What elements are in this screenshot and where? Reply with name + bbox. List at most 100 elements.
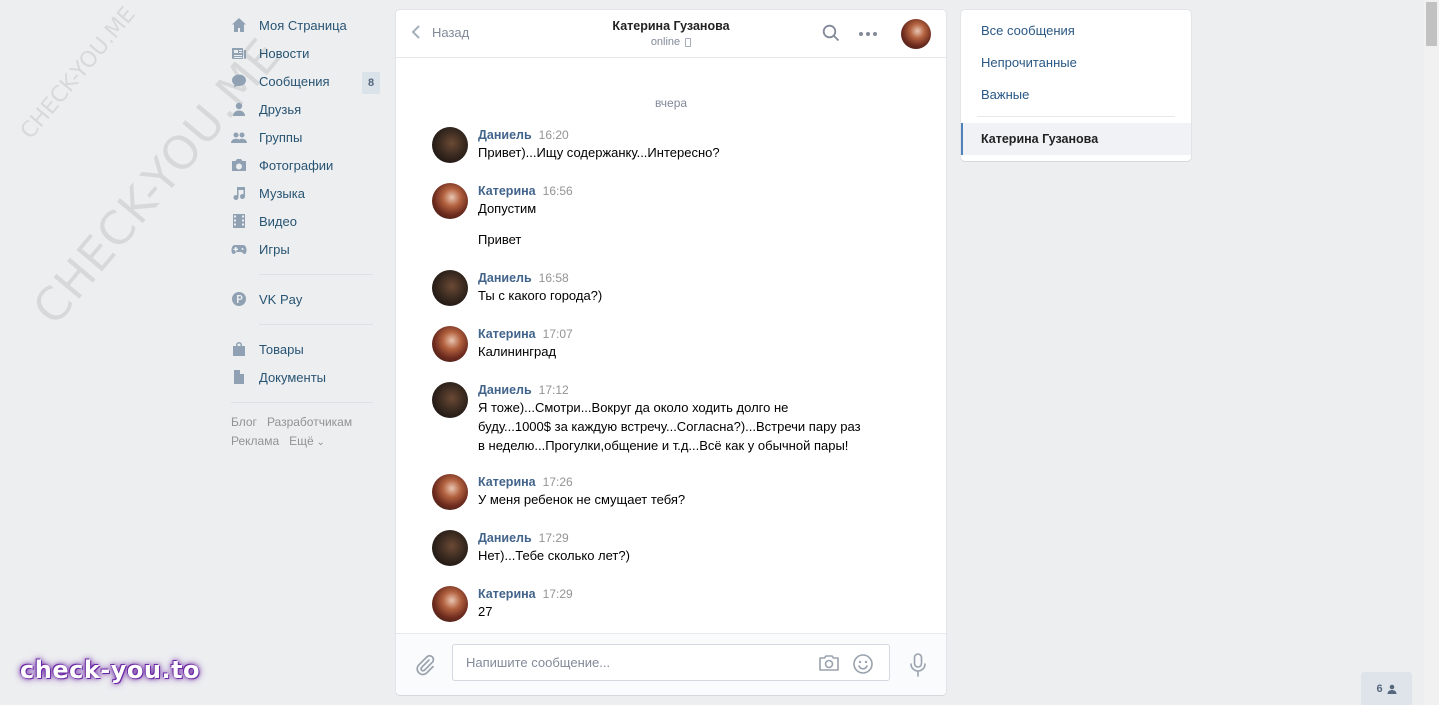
message-time: 17:07 <box>542 327 573 341</box>
nav-label: Группы <box>259 129 303 145</box>
nav-label: Документы <box>259 369 327 385</box>
footer-link-developers[interactable]: Разработчикам <box>267 415 352 429</box>
footer-link-more[interactable]: Ещё <box>289 434 325 448</box>
more-actions-icon[interactable] <box>859 32 877 36</box>
smile-icon[interactable] <box>852 653 874 675</box>
nav-item-groups[interactable]: Группы <box>229 123 381 151</box>
message-time: 16:58 <box>538 271 569 285</box>
nav-label: Видео <box>259 213 297 229</box>
avatar[interactable] <box>432 586 468 622</box>
message-author[interactable]: Даниель <box>478 270 532 286</box>
nav-item-photos[interactable]: Фотографии <box>229 151 381 179</box>
nav-label: Сообщения <box>259 73 330 89</box>
message-item: Катерина 17:29 27 <box>432 586 902 622</box>
message-author[interactable]: Катерина <box>478 474 536 490</box>
message-author[interactable]: Катерина <box>478 326 536 342</box>
nav-divider <box>231 402 373 403</box>
message-author[interactable]: Даниель <box>478 382 532 398</box>
gamepad-icon <box>230 240 248 258</box>
search-icon[interactable] <box>822 24 840 42</box>
nav-label: Музыка <box>259 185 305 201</box>
day-separator: вчера <box>654 96 688 110</box>
peer-name[interactable]: Катерина Гузанова <box>396 19 946 33</box>
message-author[interactable]: Даниель <box>478 127 532 143</box>
messages-filter-panel: Все сообщения Непрочитанные Важные Катер… <box>961 10 1191 161</box>
footer-links: Блог Разработчикам Реклама Ещё <box>229 413 381 452</box>
nav-label: Друзья <box>259 101 302 117</box>
message-item: Даниель 16:58 Ты с какого города?) <box>432 270 902 306</box>
message-text: Привет <box>478 232 522 247</box>
chat-header: Назад Катерина Гузанова online <box>396 10 946 58</box>
avatar[interactable] <box>432 270 468 306</box>
message-time: 17:29 <box>538 531 569 545</box>
user-icon <box>1387 684 1397 694</box>
message-text: Ты с какого города?) <box>478 288 603 303</box>
watermark-small: CHECK-YOU.ME <box>16 2 141 145</box>
nav-item-messages[interactable]: Сообщения 8 <box>229 67 381 95</box>
scrollbar-thumb[interactable] <box>1426 2 1437 46</box>
brand-watermark: check-you.to <box>20 656 201 684</box>
nav-divider <box>259 274 373 275</box>
nav-item-news[interactable]: Новости <box>229 39 381 67</box>
message-item: Катерина 17:26 У меня ребенок не смущает … <box>432 474 902 510</box>
peer-status: online <box>650 36 692 48</box>
message-text: Привет)...Ищу содержанку...Интересно? <box>478 145 720 160</box>
friends-online-widget[interactable]: 6 <box>1361 672 1412 705</box>
filter-important[interactable]: Важные <box>961 84 1191 116</box>
avatar[interactable] <box>432 183 468 219</box>
message-time: 16:20 <box>538 128 569 142</box>
message-author[interactable]: Катерина <box>478 586 536 602</box>
nav-label: Игры <box>259 241 290 257</box>
avatar[interactable] <box>432 474 468 510</box>
message-item: Катерина 17:07 Калининград <box>432 326 902 362</box>
friends-icon <box>230 100 248 118</box>
nav-item-music[interactable]: Музыка <box>229 179 381 207</box>
nav-item-goods[interactable]: Товары <box>229 335 381 363</box>
filter-unread[interactable]: Непрочитанные <box>961 52 1191 84</box>
avatar[interactable] <box>432 127 468 163</box>
filter-divider <box>977 116 1175 117</box>
page-scrollbar[interactable] <box>1424 0 1439 705</box>
messages-count-badge: 8 <box>362 72 380 94</box>
message-text: Калининград <box>478 344 557 359</box>
message-history[interactable]: вчера Даниель 16:20 Привет)...Ищу содержа… <box>396 59 946 633</box>
message-item: Даниель 16:20 Привет)...Ищу содержанку...… <box>432 127 902 163</box>
peer-avatar[interactable] <box>901 19 931 49</box>
nav-item-games[interactable]: Игры <box>229 235 381 263</box>
peer-status-text: online <box>650 36 681 48</box>
footer-link-ads[interactable]: Реклама <box>231 434 279 448</box>
vkpay-icon <box>230 290 248 308</box>
news-icon <box>230 44 248 62</box>
message-text: буду...1000$ за каждую встречу...Согласн… <box>478 419 861 434</box>
avatar[interactable] <box>432 382 468 418</box>
message-author[interactable]: Даниель <box>478 530 532 546</box>
camera-icon[interactable] <box>818 654 840 672</box>
avatar[interactable] <box>432 326 468 362</box>
paperclip-icon[interactable] <box>414 654 436 676</box>
microphone-icon[interactable] <box>908 652 928 678</box>
chat-panel: Назад Катерина Гузанова online вчера Дан… <box>396 10 946 695</box>
friends-online-count: 6 <box>1376 682 1383 695</box>
message-time: 16:56 <box>542 184 573 198</box>
message-text: Я тоже)...Смотри...Вокруг да около ходит… <box>478 400 789 415</box>
message-text: в неделю...Прогулки,общение и т.д...Всё … <box>478 438 849 453</box>
message-time: 17:26 <box>542 475 573 489</box>
bag-icon <box>230 340 248 358</box>
filter-all-messages[interactable]: Все сообщения <box>961 20 1191 52</box>
active-conversation-item[interactable]: Катерина Гузанова <box>961 123 1191 155</box>
messages-icon <box>230 72 248 90</box>
nav-item-vk-pay[interactable]: VK Pay <box>229 285 381 313</box>
message-time: 17:12 <box>538 383 569 397</box>
nav-item-my-page[interactable]: Моя Страница <box>229 11 381 39</box>
message-text: У меня ребенок не смущает тебя? <box>478 492 686 507</box>
mobile-icon <box>685 37 692 47</box>
nav-item-video[interactable]: Видео <box>229 207 381 235</box>
avatar[interactable] <box>432 530 468 566</box>
nav-item-documents[interactable]: Документы <box>229 363 381 391</box>
message-text: Нет)...Тебе сколько лет?) <box>478 548 630 563</box>
nav-label: Моя Страница <box>259 17 347 33</box>
nav-item-friends[interactable]: Друзья <box>229 95 381 123</box>
camera-icon <box>230 156 248 174</box>
message-author[interactable]: Катерина <box>478 183 536 199</box>
footer-link-blog[interactable]: Блог <box>231 415 257 429</box>
